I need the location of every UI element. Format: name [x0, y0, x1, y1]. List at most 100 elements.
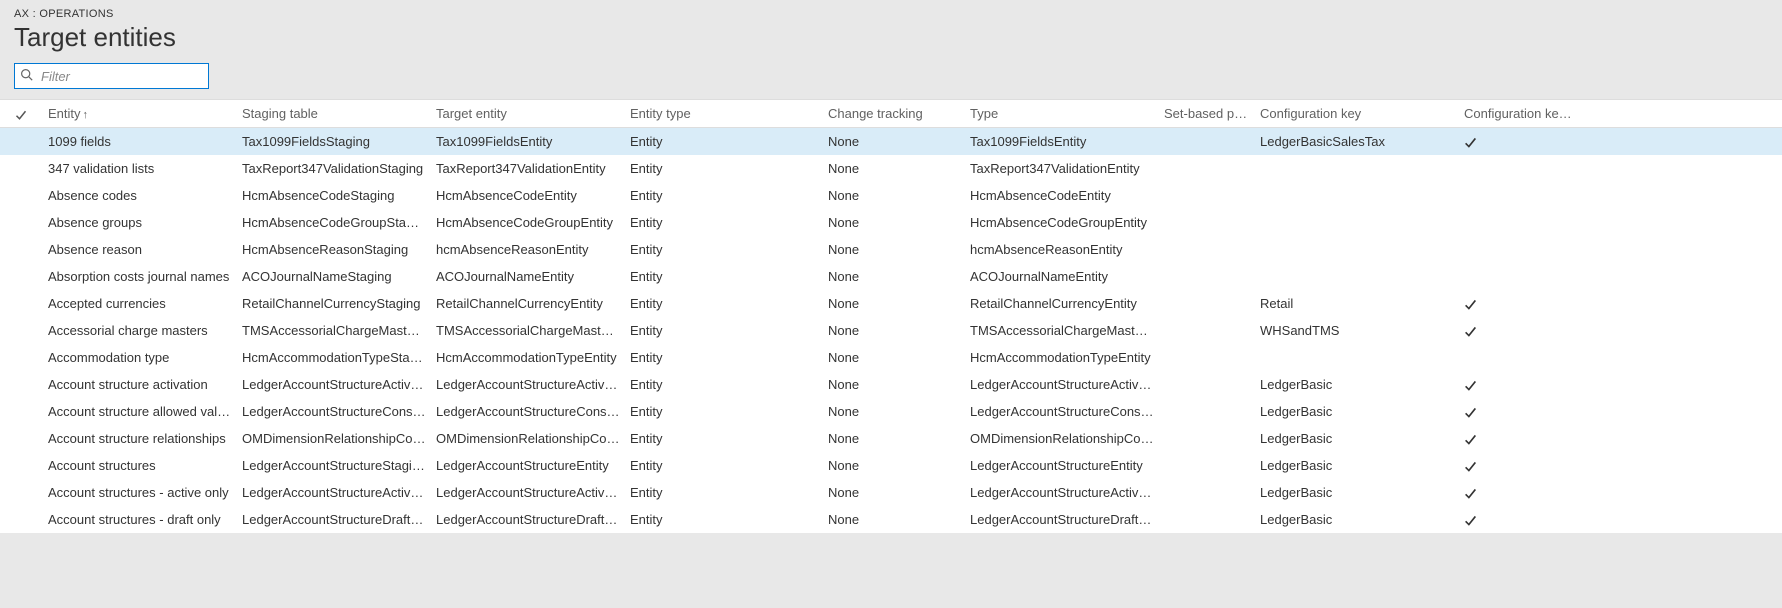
cell-type: RetailChannelCurrencyEntity — [966, 296, 1160, 311]
cell-staging-table: HcmAbsenceCodeGroupStaging — [238, 215, 432, 230]
column-header-set-based[interactable]: Set-based proc... — [1160, 106, 1256, 121]
column-header-configuration-key-status[interactable]: Configuration key status — [1452, 106, 1580, 121]
cell-entity-type: Entity — [626, 296, 824, 311]
column-header-change-tracking[interactable]: Change tracking — [824, 106, 966, 121]
table-row[interactable]: Accommodation typeHcmAccommodationTypeSt… — [0, 344, 1782, 371]
cell-staging-table: OMDimensionRelationshipCons... — [238, 431, 432, 446]
cell-entity: Account structure activation — [44, 377, 238, 392]
cell-configuration-key: LedgerBasic — [1256, 512, 1452, 527]
cell-entity: Account structures - active only — [44, 485, 238, 500]
cell-change-tracking: None — [824, 215, 966, 230]
checkmark-icon — [1464, 379, 1477, 392]
cell-staging-table: LedgerAccountStructureActive... — [238, 485, 432, 500]
cell-entity: Absence groups — [44, 215, 238, 230]
table-row[interactable]: Absence reasonHcmAbsenceReasonStaginghcm… — [0, 236, 1782, 263]
cell-target-entity: HcmAccommodationTypeEntity — [432, 350, 626, 365]
cell-staging-table: TMSAccessorialChargeMasterSt... — [238, 323, 432, 338]
cell-entity-type: Entity — [626, 215, 824, 230]
cell-change-tracking: None — [824, 296, 966, 311]
cell-configuration-key-status — [1452, 431, 1580, 446]
cell-staging-table: HcmAbsenceCodeStaging — [238, 188, 432, 203]
cell-configuration-key: LedgerBasic — [1256, 431, 1452, 446]
column-header-staging-table[interactable]: Staging table — [238, 106, 432, 121]
cell-target-entity: ACOJournalNameEntity — [432, 269, 626, 284]
cell-entity: Account structure relationships — [44, 431, 238, 446]
column-header-select[interactable] — [0, 106, 44, 121]
table-row[interactable]: Account structure allowed valuesLedgerAc… — [0, 398, 1782, 425]
cell-entity-type: Entity — [626, 188, 824, 203]
column-header-configuration-key[interactable]: Configuration key — [1256, 106, 1452, 121]
cell-staging-table: HcmAbsenceReasonStaging — [238, 242, 432, 257]
breadcrumb: AX : OPERATIONS — [14, 8, 1768, 20]
column-header-entity-type[interactable]: Entity type — [626, 106, 824, 121]
table-row[interactable]: Account structure relationshipsOMDimensi… — [0, 425, 1782, 452]
table-row[interactable]: 1099 fieldsTax1099FieldsStagingTax1099Fi… — [0, 128, 1782, 155]
table-row[interactable]: Absorption costs journal namesACOJournal… — [0, 263, 1782, 290]
cell-staging-table: Tax1099FieldsStaging — [238, 134, 432, 149]
cell-target-entity: Tax1099FieldsEntity — [432, 134, 626, 149]
cell-configuration-key: LedgerBasic — [1256, 458, 1452, 473]
cell-type: Tax1099FieldsEntity — [966, 134, 1160, 149]
column-header-label: Entity — [48, 106, 81, 121]
cell-entity: Account structures — [44, 458, 238, 473]
cell-change-tracking: None — [824, 458, 966, 473]
cell-configuration-key: LedgerBasic — [1256, 377, 1452, 392]
cell-staging-table: RetailChannelCurrencyStaging — [238, 296, 432, 311]
cell-entity: Accepted currencies — [44, 296, 238, 311]
cell-entity: 347 validation lists — [44, 161, 238, 176]
cell-configuration-key-status — [1452, 458, 1580, 473]
cell-target-entity: TaxReport347ValidationEntity — [432, 161, 626, 176]
cell-staging-table: HcmAccommodationTypeStaging — [238, 350, 432, 365]
table-row[interactable]: Absence groupsHcmAbsenceCodeGroupStaging… — [0, 209, 1782, 236]
column-header-entity[interactable]: Entity↑ — [44, 106, 238, 121]
cell-type: OMDimensionRelationshipCons... — [966, 431, 1160, 446]
cell-configuration-key: LedgerBasic — [1256, 404, 1452, 419]
checkmark-icon — [15, 109, 27, 121]
cell-configuration-key-status — [1452, 377, 1580, 392]
cell-type: HcmAbsenceCodeEntity — [966, 188, 1160, 203]
cell-configuration-key: WHSandTMS — [1256, 323, 1452, 338]
cell-change-tracking: None — [824, 161, 966, 176]
cell-staging-table: LedgerAccountStructureDraftO... — [238, 512, 432, 527]
cell-configuration-key-status — [1452, 404, 1580, 419]
cell-staging-table: TaxReport347ValidationStaging — [238, 161, 432, 176]
cell-target-entity: RetailChannelCurrencyEntity — [432, 296, 626, 311]
cell-type: LedgerAccountStructureEntity — [966, 458, 1160, 473]
cell-configuration-key-status — [1452, 296, 1580, 311]
table-row[interactable]: 347 validation listsTaxReport347Validati… — [0, 155, 1782, 182]
table-row[interactable]: Account structures - draft onlyLedgerAcc… — [0, 506, 1782, 533]
table-row[interactable]: Absence codesHcmAbsenceCodeStaging HcmAbs… — [0, 182, 1782, 209]
filter-input[interactable] — [14, 63, 209, 89]
cell-change-tracking: None — [824, 134, 966, 149]
cell-target-entity: LedgerAccountStructureActivati... — [432, 377, 626, 392]
column-header-type[interactable]: Type — [966, 106, 1160, 121]
cell-change-tracking: None — [824, 188, 966, 203]
table-row[interactable]: Accepted currenciesRetailChannelCurrency… — [0, 290, 1782, 317]
grid-header-row: Entity↑ Staging table Target entity Enti… — [0, 100, 1782, 128]
table-row[interactable]: Account structures LedgerAccountStructure… — [0, 452, 1782, 479]
cell-entity: Account structures - draft only — [44, 512, 238, 527]
cell-configuration-key: LedgerBasicSalesTax — [1256, 134, 1452, 149]
cell-entity: Absence codes — [44, 188, 238, 203]
cell-entity-type: Entity — [626, 269, 824, 284]
cell-target-entity: hcmAbsenceReasonEntity — [432, 242, 626, 257]
checkmark-icon — [1464, 298, 1477, 311]
cell-change-tracking: None — [824, 350, 966, 365]
cell-entity-type: Entity — [626, 161, 824, 176]
checkmark-icon — [1464, 514, 1477, 527]
cell-type: ACOJournalNameEntity — [966, 269, 1160, 284]
cell-entity-type: Entity — [626, 134, 824, 149]
table-row[interactable]: Account structure activation LedgerAccoun… — [0, 371, 1782, 398]
cell-configuration-key-status — [1452, 323, 1580, 338]
column-header-target-entity[interactable]: Target entity — [432, 106, 626, 121]
cell-configuration-key: LedgerBasic — [1256, 485, 1452, 500]
cell-change-tracking: None — [824, 377, 966, 392]
cell-target-entity: OMDimensionRelationshipCons... — [432, 431, 626, 446]
cell-type: LedgerAccountStructureActive... — [966, 485, 1160, 500]
cell-entity-type: Entity — [626, 431, 824, 446]
cell-type: LedgerAccountStructureConstra... — [966, 404, 1160, 419]
cell-entity-type: Entity — [626, 512, 824, 527]
checkmark-icon — [1464, 433, 1477, 446]
table-row[interactable]: Account structures - active onlyLedgerAc… — [0, 479, 1782, 506]
table-row[interactable]: Accessorial charge mastersTMSAccessorial… — [0, 317, 1782, 344]
